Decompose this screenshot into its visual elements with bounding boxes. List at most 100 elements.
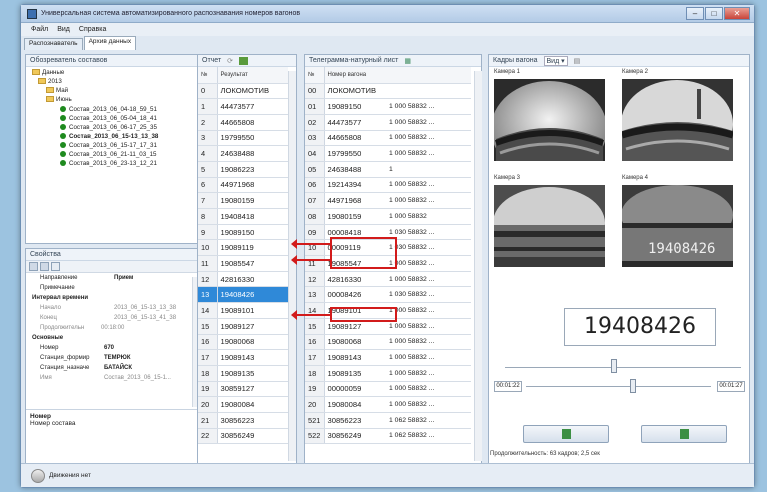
menu-file[interactable]: Файл <box>31 26 48 33</box>
report-row[interactable]: 7 19080159 <box>198 192 288 209</box>
next-frame-button[interactable] <box>641 425 727 443</box>
telegram-row[interactable]: 01 19089150 1 000 58832 ... <box>305 98 471 115</box>
report-row[interactable]: 4 24638488 <box>198 145 288 162</box>
report-row[interactable]: 2 44665808 <box>198 114 288 131</box>
menu-view[interactable]: Вид <box>57 26 70 33</box>
report-row[interactable]: 1 44473577 <box>198 98 288 115</box>
column-header[interactable]: № <box>198 67 218 84</box>
telegram-row[interactable]: 02 44473577 1 000 58832 ... <box>305 114 471 131</box>
report-row[interactable]: 9 19089150 <box>198 224 288 241</box>
report-row[interactable]: 14 19089101 <box>198 302 288 319</box>
report-row[interactable]: 22 30856249 <box>198 428 288 445</box>
report-row[interactable]: 12 42816330 <box>198 271 288 288</box>
refresh-icon[interactable]: ⟳ <box>227 57 233 65</box>
time-slider-track[interactable] <box>526 386 711 387</box>
frame-slider-track[interactable] <box>505 367 741 368</box>
property-pages-icon[interactable] <box>51 262 60 271</box>
report-row[interactable]: 15 19089127 <box>198 318 288 335</box>
tree-item[interactable]: Состав_2013_06_15-17_17_31 <box>60 142 157 150</box>
row-index: 12 <box>198 271 218 288</box>
report-row[interactable]: 19 30859127 <box>198 381 288 398</box>
frame-slider-thumb[interactable] <box>610 359 617 373</box>
prev-frame-button[interactable] <box>523 425 609 443</box>
telegram-row[interactable]: 06 19214394 1 000 58832 ... <box>305 177 471 194</box>
telegram-row[interactable]: 522 30856249 1 062 58832 ... <box>305 428 471 445</box>
maximize-button[interactable]: □ <box>705 7 723 20</box>
tree-item[interactable]: Состав_2013_06_06-17_25_35 <box>60 124 157 132</box>
prop-value[interactable]: БАТАЙСК <box>104 365 132 371</box>
prop-value[interactable]: ТЕМРЮК <box>104 355 131 361</box>
result-cell: 44473577 <box>217 98 288 115</box>
tree-month-june[interactable]: Июнь <box>46 96 72 104</box>
report-row[interactable]: 11 19085547 <box>198 255 288 272</box>
telegram-row[interactable]: 03 44665808 1 000 58832 ... <box>305 130 471 147</box>
tab-recognizer[interactable]: Распознаватель <box>24 38 83 50</box>
time-end-field[interactable]: 00:01:27 <box>717 381 745 392</box>
telegram-row[interactable]: 521 30856223 1 062 58832 ... <box>305 412 471 429</box>
telegram-scrollbar[interactable] <box>474 71 482 461</box>
column-header[interactable]: № <box>305 67 325 84</box>
telegram-row[interactable]: 20 19080084 1 000 58832 ... <box>305 396 471 413</box>
telegram-row[interactable]: 13 00008426 1 030 58832 ... <box>305 286 471 304</box>
telegram-row[interactable]: 00 ЛОКОМОТИВ <box>305 83 471 100</box>
code-cell: 1 000 58832 ... <box>386 396 471 413</box>
prop-value[interactable]: 670 <box>104 345 114 351</box>
time-slider-thumb[interactable] <box>630 379 637 393</box>
report-row[interactable]: 16 19080068 <box>198 334 288 351</box>
menu-help[interactable]: Справка <box>79 26 106 33</box>
telegram-row[interactable]: 19 00000059 1 000 58832 ... <box>305 381 471 398</box>
report-scrollbar[interactable] <box>288 71 296 461</box>
report-row[interactable]: 3 19799550 <box>198 130 288 147</box>
telegram-row[interactable]: 07 44971968 1 000 58832 ... <box>305 192 471 209</box>
camera-3-frame[interactable]: Камера 3 <box>493 175 605 267</box>
tree-root[interactable]: Данные <box>32 69 64 77</box>
report-row[interactable]: 6 44971968 <box>198 177 288 194</box>
tree-item[interactable]: Состав_2013_06_21-11_03_15 <box>60 151 156 159</box>
tab-archive[interactable]: Архив данных <box>83 36 137 50</box>
telegram-row[interactable]: 16 19080068 1 000 58832 ... <box>305 334 471 351</box>
telegram-row[interactable]: 18 19089135 1 000 58832 ... <box>305 365 471 382</box>
report-row[interactable]: 0 ЛОКОМОТИВ <box>198 83 288 100</box>
tree-item[interactable]: Состав_2013_06_05-04_18_41 <box>60 115 157 123</box>
print-icon[interactable]: ▤ <box>574 57 581 65</box>
tree-year[interactable]: 2013 <box>38 78 62 86</box>
report-row[interactable]: 8 19408418 <box>198 208 288 225</box>
tree-month-may[interactable]: Май <box>46 87 68 95</box>
telegram-row[interactable]: 08 19080159 1 000 58832 <box>305 208 471 225</box>
prop-value[interactable]: Прием <box>114 275 133 281</box>
report-row[interactable]: 20 19080084 <box>198 396 288 413</box>
column-header[interactable] <box>386 67 471 84</box>
categorized-icon[interactable] <box>29 262 38 271</box>
tree-item[interactable]: Состав_2013_06_23-13_12_21 <box>60 160 157 168</box>
wagon-number-cell: 19214394 <box>324 177 386 194</box>
prop-category[interactable]: Интервал времени <box>32 295 88 301</box>
telegram-row[interactable]: 17 19089143 1 000 58832 ... <box>305 349 471 366</box>
tree-item[interactable]: Состав_2013_06_04-18_59_51 <box>60 106 157 114</box>
code-cell: 1 062 58832 ... <box>386 412 471 429</box>
sort-az-icon[interactable] <box>40 262 49 271</box>
camera-4-frame[interactable]: Камера 4 19408426 <box>621 175 733 267</box>
report-row[interactable]: 13 19408426 <box>198 286 288 304</box>
table-icon[interactable]: ▦ <box>404 57 411 65</box>
close-button[interactable]: ✕ <box>724 7 750 20</box>
code-cell: 1 030 58832 ... <box>386 239 471 257</box>
camera-1-frame[interactable]: Камера 1 <box>491 69 607 177</box>
report-row[interactable]: 21 30856223 <box>198 412 288 429</box>
report-row[interactable]: 17 19089143 <box>198 349 288 366</box>
minimize-button[interactable]: – <box>686 7 704 20</box>
view-dropdown[interactable]: Вид ▾ <box>543 55 568 66</box>
prop-category[interactable]: Основные <box>32 335 63 341</box>
column-header[interactable]: Номер вагона <box>324 67 386 84</box>
row-index: 11 <box>305 255 325 272</box>
report-row[interactable]: 18 19089135 <box>198 365 288 382</box>
telegram-row[interactable]: 12 42816330 1 000 58832 ... <box>305 271 471 288</box>
report-row[interactable]: 10 19089119 <box>198 239 288 257</box>
time-start-field[interactable]: 00:01:22 <box>494 381 522 392</box>
tree-item-selected[interactable]: Состав_2013_06_15-13_13_38 <box>60 133 158 141</box>
export-icon[interactable] <box>239 56 249 65</box>
report-row[interactable]: 5 19086223 <box>198 161 288 178</box>
telegram-row[interactable]: 05 24638488 1 <box>305 161 471 178</box>
column-header[interactable]: Результат <box>217 67 288 84</box>
telegram-row[interactable]: 04 19799550 1 000 58832 ... <box>305 145 471 162</box>
camera-2-frame[interactable]: Камера 2 <box>621 69 734 168</box>
